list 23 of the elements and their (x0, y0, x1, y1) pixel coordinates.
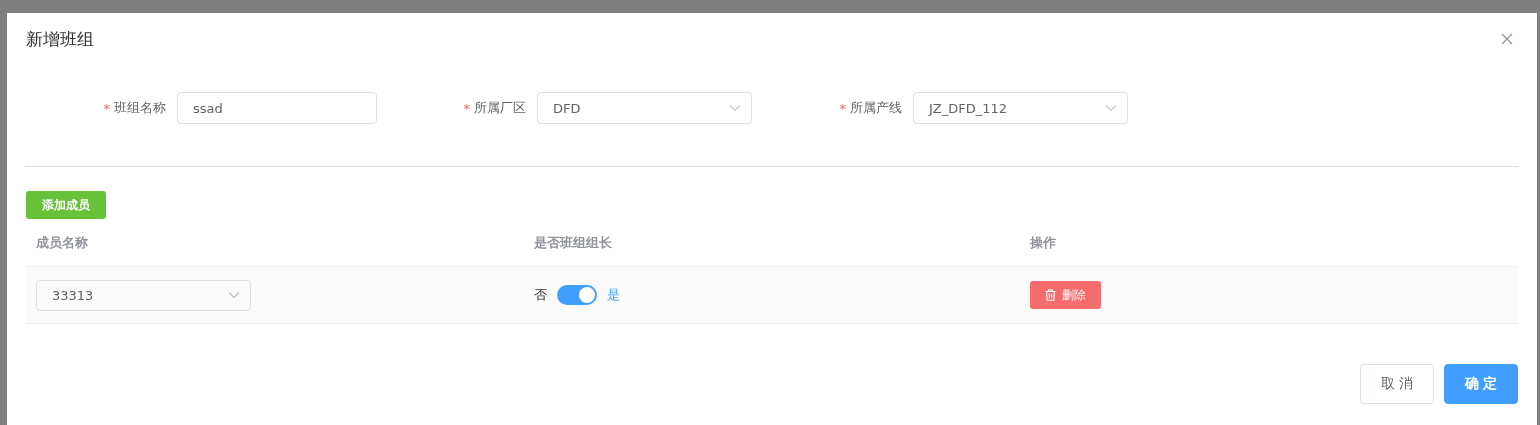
column-header: 是否班组组长 (533, 233, 613, 252)
field-label: 所属厂区 (474, 99, 526, 117)
caret-icon (228, 291, 240, 299)
trash-icon (1045, 289, 1056, 301)
column-header: 成员名称 (35, 233, 89, 252)
select-field[interactable]: JZ_DFD_112 (913, 92, 1128, 124)
required-mark: * (103, 100, 110, 116)
close-icon[interactable] (1501, 33, 1513, 45)
dialog-title: 新增班组 (26, 27, 94, 51)
cancel-button[interactable]: 取 消 (1360, 364, 1434, 404)
select-field[interactable]: 33313 (36, 279, 251, 311)
select-field[interactable]: DFD (537, 92, 752, 124)
required-mark: * (839, 100, 846, 116)
toggle-switch[interactable] (557, 285, 597, 305)
switch-label: 是 (607, 286, 620, 304)
caret-icon (1105, 104, 1117, 112)
input-field[interactable]: ssad (177, 92, 377, 124)
field-label: 所属产线 (850, 99, 902, 117)
field-label: 班组名称 (114, 99, 166, 117)
caret-icon (729, 104, 741, 112)
required-mark: * (463, 100, 470, 116)
column-header: 操作 (1029, 233, 1056, 252)
switch-label: 否 (534, 286, 547, 304)
